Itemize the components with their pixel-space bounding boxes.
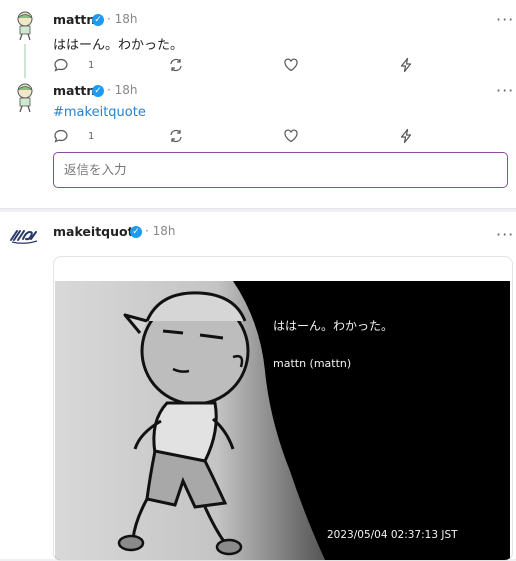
- zap-icon[interactable]: [398, 57, 414, 73]
- timestamp[interactable]: · 18h: [107, 12, 138, 26]
- thread-card: mattn ✓ · 18h ··· ははーん。わかった。 1 mattn ✓ ·…: [0, 0, 516, 209]
- hashtag-link[interactable]: #makeitquote: [53, 105, 146, 120]
- timestamp-value: 18h: [152, 224, 176, 238]
- reply-count: 1: [88, 131, 95, 142]
- username[interactable]: makeitquote: [53, 224, 142, 239]
- post-text: ははーん。わかった。: [53, 38, 184, 53]
- zap-icon[interactable]: [398, 128, 414, 144]
- repost-icon[interactable]: [168, 128, 184, 144]
- thread-post-2: mattn ✓ · 18h ··· #makeitquote 1: [0, 78, 516, 150]
- more-icon[interactable]: ···: [496, 227, 514, 243]
- avatar[interactable]: [9, 10, 41, 42]
- thread-post-1: mattn ✓ · 18h ··· ははーん。わかった。 1: [0, 0, 516, 78]
- more-icon[interactable]: ···: [496, 83, 514, 99]
- like-icon[interactable]: [283, 57, 299, 73]
- quote-text: ははーん。わかった。: [273, 319, 394, 333]
- makeitquote-logo-avatar[interactable]: [9, 226, 39, 246]
- timestamp-value: 18h: [114, 83, 138, 97]
- verified-icon: ✓: [92, 14, 104, 26]
- timestamp[interactable]: · 18h: [107, 83, 138, 97]
- avatar[interactable]: [9, 82, 41, 114]
- reply-input[interactable]: 返信を入力: [53, 152, 508, 188]
- username[interactable]: mattn: [53, 83, 95, 98]
- reply-icon[interactable]: [53, 57, 69, 73]
- repost-icon[interactable]: [168, 57, 184, 73]
- quote-image-card[interactable]: ははーん。わかった。 mattn (mattn) 2023/05/04 02:3…: [53, 256, 513, 561]
- reply-icon[interactable]: [53, 128, 69, 144]
- quote-author: mattn (mattn): [273, 357, 352, 370]
- reply-placeholder: 返信を入力: [64, 162, 127, 177]
- quote-timestamp: 2023/05/04 02:37:13 JST: [327, 529, 458, 541]
- username[interactable]: mattn: [53, 12, 95, 27]
- post-actions: 1: [53, 57, 423, 73]
- like-icon[interactable]: [283, 128, 299, 144]
- reply-count: 1: [88, 60, 95, 71]
- quote-image[interactable]: ははーん。わかった。 mattn (mattn) 2023/05/04 02:3…: [55, 281, 510, 560]
- timestamp[interactable]: · 18h: [145, 224, 176, 238]
- verified-icon: ✓: [130, 226, 142, 238]
- more-icon[interactable]: ···: [496, 12, 514, 28]
- post-actions: 1: [53, 128, 423, 144]
- verified-icon: ✓: [92, 85, 104, 97]
- timestamp-value: 18h: [114, 12, 138, 26]
